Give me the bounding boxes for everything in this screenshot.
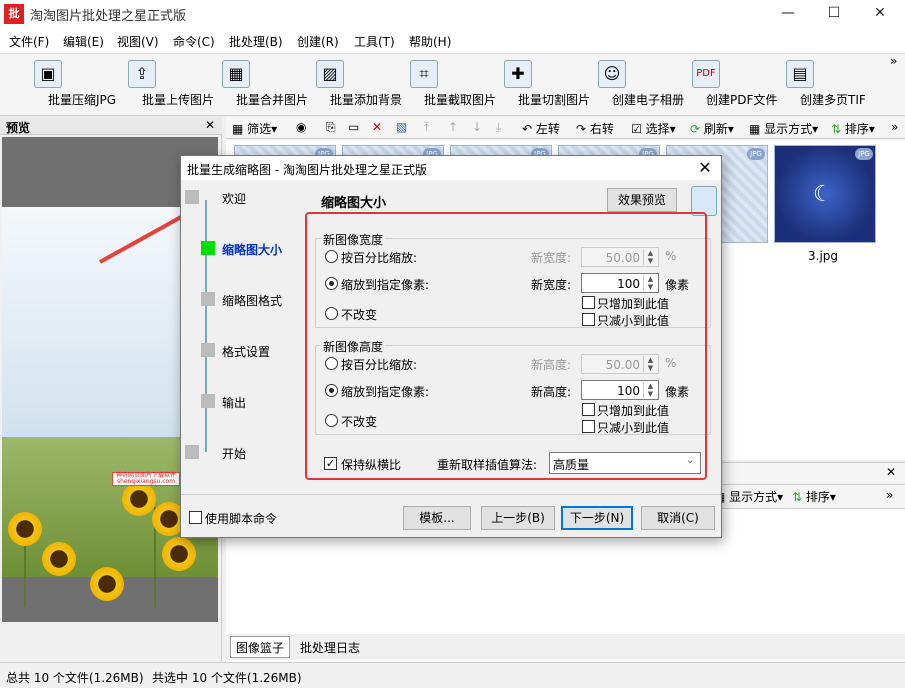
effect-preview-button[interactable]: 效果预览 (607, 188, 677, 212)
tif-icon: ▤ (786, 60, 814, 88)
basket-close-icon[interactable]: ✕ (886, 465, 896, 479)
app-icon: 批 (4, 4, 24, 24)
menu-help[interactable]: 帮助(H) (409, 33, 451, 50)
status-bar: 总共 10 个文件(1.26MB) 共选中 10 个文件(1.26MB) (0, 662, 905, 688)
window-title: 淘淘图片批处理之星正式版 (30, 9, 187, 24)
bottom-tabs: 图像篮子 批处理日志 (226, 634, 905, 660)
step-thumbnail-format[interactable]: 缩略图格式 (181, 290, 305, 310)
step-format-settings[interactable]: 格式设置 (181, 341, 305, 361)
album-icon: ☺ (598, 60, 626, 88)
menu-edit[interactable]: 编辑(E) (63, 33, 104, 50)
eye-icon[interactable]: ◉ (296, 120, 306, 134)
menu-batch[interactable]: 批处理(B) (229, 33, 283, 50)
grid-icon: ▦ (749, 122, 765, 136)
checklist-icon: ☑ (631, 122, 646, 136)
basket-toolbar-overflow-icon[interactable]: » (886, 488, 893, 502)
dialog-divider (181, 494, 721, 495)
move-bottom-icon[interactable]: ⤓ (496, 120, 501, 135)
step-welcome[interactable]: 欢迎 (181, 188, 305, 208)
menu-bar: 文件(F) 编辑(E) 视图(V) 命令(C) 批处理(B) 创建(R) 工具(… (0, 28, 905, 54)
menu-view[interactable]: 视图(V) (117, 33, 159, 50)
watermark: 神奇网页图片下载软件 shenqixiangsu.com (112, 472, 180, 486)
background-icon: ▨ (316, 60, 344, 88)
tab-batch-log[interactable]: 批处理日志 (300, 639, 360, 656)
crop-icon: ⌗ (410, 60, 438, 88)
menu-command[interactable]: 命令(C) (173, 33, 215, 50)
moon-icon: ☾ (813, 182, 833, 207)
menu-file[interactable]: 文件(F) (9, 33, 49, 50)
preview-title: 预览 (6, 121, 31, 135)
create-album-button[interactable]: ☺ 创建电子相册 (572, 58, 684, 114)
dialog-title-bar: 批量生成缩略图 - 淘淘图片批处理之星正式版 ✕ (181, 156, 721, 180)
filter-button[interactable]: ▦ 筛选▾ (232, 120, 277, 137)
cancel-button[interactable]: 取消(C) (641, 506, 715, 530)
basket-sort-button[interactable]: ⇅ 排序▾ (792, 488, 836, 505)
delete-icon[interactable]: ✕ (372, 120, 382, 134)
move-down-icon[interactable]: ↓ (472, 120, 482, 134)
dialog-heading: 缩略图大小 (321, 196, 387, 211)
sort-button[interactable]: ⇅ 排序▾ (831, 120, 875, 137)
move-top-icon[interactable]: ⤒ (424, 120, 429, 135)
main-toolbar: ▣ 批量压缩JPG ⇪ 批量上传图片 ▦ 批量合并图片 ▨ 批量添加背景 ⌗ 批量截取图片… (0, 54, 905, 116)
step-output[interactable]: 输出 (181, 392, 305, 412)
next-button[interactable]: 下一步(N) (561, 506, 633, 530)
paste-icon[interactable]: ▭ (348, 120, 359, 134)
browser-toolbar: ▦ 筛选▾ ◉ ⎘ ▭ ✕ ▧ ⤒ ↑ ↓ ⤓ ↶ 左转 ↷ 右转 ☑ 选择▾ … (226, 117, 905, 139)
minimize-button[interactable]: — (765, 0, 811, 28)
preview-close-icon[interactable]: ✕ (205, 118, 215, 132)
rotate-right-button[interactable]: ↷ 右转 (576, 120, 614, 137)
compress-jpg-button[interactable]: ▣ 批量压缩JPG (8, 58, 116, 114)
crop-images-button[interactable]: ⌗ 批量截取图片 (384, 58, 496, 114)
upload-images-button[interactable]: ⇪ 批量上传图片 (102, 58, 214, 114)
use-script-label: 使用脚本命令 (205, 512, 278, 526)
move-up-icon[interactable]: ↑ (448, 120, 458, 134)
maximize-button[interactable]: ☐ (811, 0, 857, 28)
close-button[interactable]: ✕ (857, 0, 903, 28)
wizard-steps: 欢迎 缩略图大小 缩略图格式 格式设置 输出 开始 (181, 180, 305, 490)
rotate-right-icon: ↷ (576, 122, 590, 136)
merge-images-button[interactable]: ▦ 批量合并图片 (196, 58, 308, 114)
pdf-icon: PDF (692, 60, 720, 88)
rotate-left-icon: ↶ (522, 122, 536, 136)
dialog-close-icon[interactable]: ✕ (691, 157, 719, 179)
create-pdf-button[interactable]: PDF 创建PDF文件 (666, 58, 777, 114)
thumbnail[interactable]: JPG ☾ (774, 145, 876, 243)
step-start[interactable]: 开始 (181, 443, 305, 463)
highlight-annotation-box (305, 212, 707, 480)
rotate-left-button[interactable]: ↶ 左转 (522, 120, 560, 137)
add-background-button[interactable]: ▨ 批量添加背景 (290, 58, 402, 114)
status-total: 总共 10 个文件(1.26MB) (6, 671, 144, 685)
refresh-icon: ⟳ (690, 122, 704, 136)
select-button[interactable]: ☑ 选择▾ (631, 120, 676, 137)
tab-image-basket[interactable]: 图像篮子 (230, 636, 291, 658)
menu-tools[interactable]: 工具(T) (354, 33, 395, 50)
display-mode-button[interactable]: ▦ 显示方式▾ (749, 120, 818, 137)
use-script-checkbox[interactable] (189, 511, 202, 524)
sort-icon: ⇅ (831, 122, 845, 136)
dialog-title: 批量生成缩略图 - 淘淘图片批处理之星正式版 (187, 163, 427, 177)
filter-icon: ▦ (232, 122, 248, 136)
upload-icon: ⇪ (128, 60, 156, 88)
split-images-button[interactable]: ✚ 批量切割图片 (478, 58, 590, 114)
move-icon[interactable]: ▧ (396, 120, 407, 134)
merge-icon: ▦ (222, 60, 250, 88)
menu-create[interactable]: 创建(R) (297, 33, 339, 50)
preview-header: 预览 ✕ (0, 117, 222, 135)
thumbnail-label: 3.jpg (808, 249, 839, 263)
title-bar: 批 淘淘图片批处理之星正式版 — ☐ ✕ (0, 0, 905, 28)
refresh-button[interactable]: ⟳ 刷新▾ (690, 120, 734, 137)
split-icon: ✚ (504, 60, 532, 88)
step-thumbnail-size[interactable]: 缩略图大小 (181, 239, 305, 259)
create-tif-button[interactable]: ▤ 创建多页TIF (760, 58, 866, 114)
template-button[interactable]: 模板... (403, 506, 471, 530)
sec-toolbar-overflow-icon[interactable]: » (891, 120, 898, 134)
compress-icon: ▣ (34, 60, 62, 88)
copy-icon[interactable]: ⎘ (326, 120, 336, 135)
status-selected: 共选中 10 个文件(1.26MB) (152, 671, 302, 685)
thumbnail-wizard-dialog: 批量生成缩略图 - 淘淘图片批处理之星正式版 ✕ 欢迎 缩略图大小 缩略图格式 … (180, 155, 722, 538)
back-button[interactable]: 上一步(B) (481, 506, 555, 530)
toolbar-overflow-icon[interactable]: » (890, 54, 897, 68)
sort-icon: ⇅ (792, 490, 806, 504)
basket-display-button[interactable]: ▦ 显示方式▾ (714, 488, 783, 505)
